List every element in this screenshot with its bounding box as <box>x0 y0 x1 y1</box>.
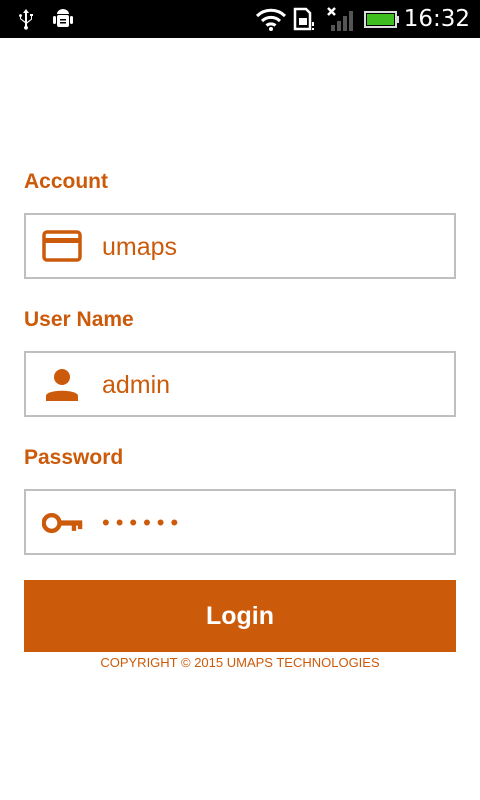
username-field-container[interactable] <box>24 351 456 417</box>
usb-icon <box>19 9 33 30</box>
person-icon <box>46 369 78 401</box>
signal-icon <box>327 7 353 31</box>
card-icon <box>42 230 82 262</box>
password-label: Password <box>24 446 124 469</box>
account-input[interactable] <box>102 227 432 267</box>
username-input[interactable] <box>102 365 432 405</box>
sim-icon <box>293 7 314 31</box>
clock: 16:32 <box>403 6 470 32</box>
account-field-container[interactable] <box>24 213 456 279</box>
username-label: User Name <box>24 308 134 331</box>
battery-icon <box>364 11 399 28</box>
account-label: Account <box>24 170 108 193</box>
login-button[interactable]: Login <box>24 580 456 652</box>
password-field-container[interactable] <box>24 489 456 555</box>
key-icon <box>42 512 83 534</box>
android-debug-icon <box>53 9 73 27</box>
wifi-icon <box>255 8 287 31</box>
password-input[interactable] <box>102 503 432 543</box>
status-bar: 16:32 <box>0 0 480 38</box>
copyright-text: COPYRIGHT © 2015 UMAPS TECHNOLOGIES <box>100 655 380 670</box>
